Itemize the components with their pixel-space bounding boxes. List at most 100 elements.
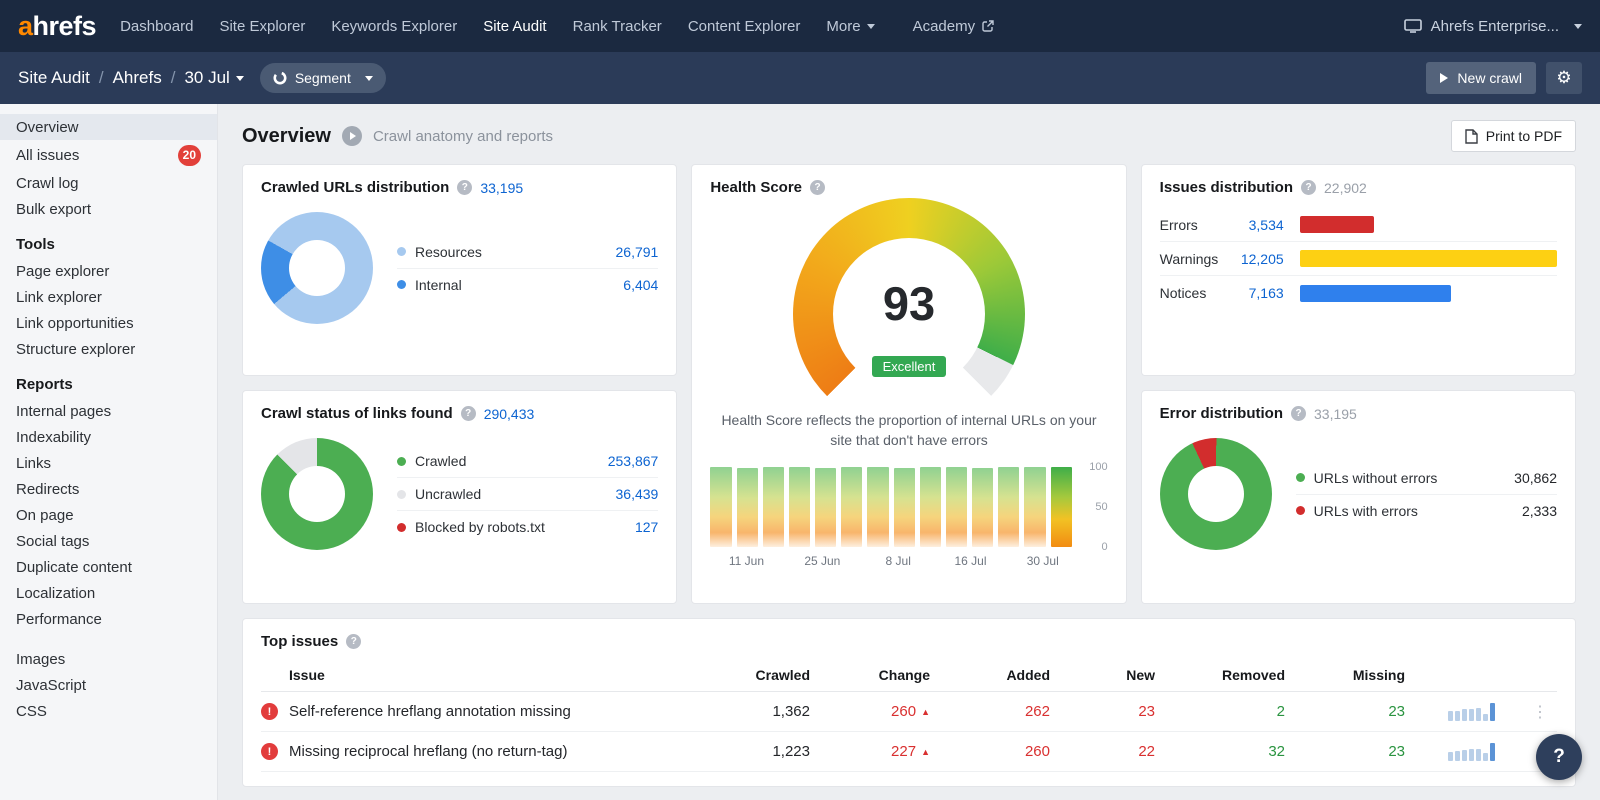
segment-dropdown[interactable]: Segment xyxy=(260,63,386,93)
spark-bar xyxy=(1462,709,1467,720)
nav-site-audit[interactable]: Site Audit xyxy=(483,18,546,35)
monitor-icon xyxy=(1404,19,1422,33)
breadcrumb-site-audit[interactable]: Site Audit xyxy=(18,68,90,88)
error-icon: ! xyxy=(261,703,278,720)
nav-content-explorer[interactable]: Content Explorer xyxy=(688,18,801,35)
sidebar-item-overview[interactable]: Overview xyxy=(0,114,217,140)
sidebar-item-redirects[interactable]: Redirects xyxy=(0,476,217,502)
dist-row-warnings: Warnings 12,205 xyxy=(1160,242,1557,276)
sidebar-item-social-tags[interactable]: Social tags xyxy=(0,528,217,554)
nav-rank-tracker[interactable]: Rank Tracker xyxy=(573,18,662,35)
ahrefs-logo[interactable]: ahrefs xyxy=(18,13,96,40)
missing-value[interactable]: 23 xyxy=(1285,743,1405,760)
question-mark-icon: ? xyxy=(1553,746,1565,768)
card-title: Top issues xyxy=(261,633,338,650)
sidebar-item-internal-pages[interactable]: Internal pages xyxy=(0,398,217,424)
links-found-total[interactable]: 290,433 xyxy=(484,406,535,422)
legend-value[interactable]: 36,439 xyxy=(616,486,659,502)
crawled-urls-donut-chart xyxy=(261,212,373,324)
sidebar-item-performance[interactable]: Performance xyxy=(0,606,217,632)
trend-x-axis: 11 Jun 25 Jun 8 Jul 16 Jul 30 Jul xyxy=(710,554,1071,572)
info-icon[interactable]: ? xyxy=(1301,180,1316,195)
settings-button[interactable]: ⚙ xyxy=(1546,62,1582,94)
trend-bar xyxy=(815,468,836,546)
legend-item: Crawled 253,867 xyxy=(397,445,658,478)
crawled-urls-total[interactable]: 33,195 xyxy=(480,180,523,196)
warnings-count[interactable]: 12,205 xyxy=(1232,251,1284,267)
breadcrumb-project[interactable]: Ahrefs xyxy=(113,68,162,88)
legend-item: Resources 26,791 xyxy=(397,236,658,269)
arrow-up-icon: ▲ xyxy=(921,747,930,757)
play-icon xyxy=(1440,73,1448,83)
change-value[interactable]: 260 xyxy=(891,703,916,720)
errors-count[interactable]: 3,534 xyxy=(1232,217,1284,233)
trend-bar xyxy=(920,467,941,546)
tutorial-play-icon[interactable] xyxy=(342,126,362,146)
sidebar-item-links[interactable]: Links xyxy=(0,450,217,476)
sidebar-item-link-explorer[interactable]: Link explorer xyxy=(0,284,217,310)
nav-site-explorer[interactable]: Site Explorer xyxy=(219,18,305,35)
spark-bar xyxy=(1448,752,1453,761)
kebab-menu-icon[interactable]: ⋮ xyxy=(1523,702,1557,722)
legend-value[interactable]: 26,791 xyxy=(616,244,659,260)
new-value[interactable]: 22 xyxy=(1050,743,1155,760)
sidebar-item-javascript[interactable]: JavaScript xyxy=(0,672,217,698)
legend-value[interactable]: 6,404 xyxy=(623,277,658,293)
help-button[interactable]: ? xyxy=(1536,734,1582,780)
sidebar-item-on-page[interactable]: On page xyxy=(0,502,217,528)
sidebar-item-indexability[interactable]: Indexability xyxy=(0,424,217,450)
info-icon[interactable]: ? xyxy=(461,406,476,421)
spark-bar xyxy=(1490,743,1495,761)
nav-dashboard[interactable]: Dashboard xyxy=(120,18,193,35)
new-crawl-button[interactable]: New crawl xyxy=(1426,62,1536,94)
removed-value[interactable]: 32 xyxy=(1155,743,1285,760)
sidebar-item-structure-explorer[interactable]: Structure explorer xyxy=(0,336,217,362)
sidebar-item-localization[interactable]: Localization xyxy=(0,580,217,606)
sidebar-item-duplicate-content[interactable]: Duplicate content xyxy=(0,554,217,580)
issue-link[interactable]: Self-reference hreflang annotation missi… xyxy=(289,703,722,720)
warnings-bar xyxy=(1300,250,1557,267)
spark-bar xyxy=(1455,751,1460,761)
crawl-anatomy-link[interactable]: Crawl anatomy and reports xyxy=(373,128,553,145)
info-icon[interactable]: ? xyxy=(810,180,825,195)
trend-y-axis: 100 50 0 xyxy=(1078,461,1108,553)
logo-rest: hrefs xyxy=(33,11,97,41)
legend-dot xyxy=(397,523,406,532)
crawl-date-dropdown[interactable]: 30 Jul xyxy=(184,68,243,88)
account-menu[interactable]: Ahrefs Enterprise... xyxy=(1404,18,1582,35)
sidebar-item-link-opportunities[interactable]: Link opportunities xyxy=(0,310,217,336)
legend-value[interactable]: 127 xyxy=(635,519,658,535)
issue-link[interactable]: Missing reciprocal hreflang (no return-t… xyxy=(289,743,722,760)
change-value[interactable]: 227 xyxy=(891,743,916,760)
card-title: Issues distribution xyxy=(1160,179,1293,196)
trend-bar xyxy=(1051,467,1072,546)
removed-value[interactable]: 2 xyxy=(1155,703,1285,720)
print-to-pdf-button[interactable]: Print to PDF xyxy=(1451,120,1576,152)
main-content: Overview Crawl anatomy and reports Print… xyxy=(218,104,1600,800)
top-issues-row: ! Self-reference hreflang annotation mis… xyxy=(261,692,1557,732)
sidebar-item-crawl-log[interactable]: Crawl log xyxy=(0,170,217,196)
nav-academy[interactable]: Academy xyxy=(913,18,995,35)
new-value[interactable]: 23 xyxy=(1050,703,1155,720)
added-value[interactable]: 260 xyxy=(930,743,1050,760)
sidebar-item-css[interactable]: CSS xyxy=(0,698,217,724)
sidebar-item-all-issues[interactable]: All issues 20 xyxy=(0,140,217,170)
notices-count[interactable]: 7,163 xyxy=(1232,285,1284,301)
nav-keywords-explorer[interactable]: Keywords Explorer xyxy=(331,18,457,35)
info-icon[interactable]: ? xyxy=(1291,406,1306,421)
trend-bar xyxy=(1024,467,1045,546)
sidebar-item-images[interactable]: Images xyxy=(0,646,217,672)
sidebar-item-bulk-export[interactable]: Bulk export xyxy=(0,196,217,222)
info-icon[interactable]: ? xyxy=(346,634,361,649)
spark-bar xyxy=(1455,711,1460,721)
top-issues-card: Top issues ? Issue Crawled Change Added … xyxy=(242,618,1576,787)
info-icon[interactable]: ? xyxy=(457,180,472,195)
nav-more[interactable]: More xyxy=(826,18,874,35)
legend-value[interactable]: 253,867 xyxy=(608,453,659,469)
error-distribution-donut-chart xyxy=(1160,438,1272,550)
added-value[interactable]: 262 xyxy=(930,703,1050,720)
missing-value[interactable]: 23 xyxy=(1285,703,1405,720)
legend-item: Uncrawled 36,439 xyxy=(397,478,658,511)
legend-item: URLs with errors 2,333 xyxy=(1296,495,1557,527)
sidebar-item-page-explorer[interactable]: Page explorer xyxy=(0,258,217,284)
